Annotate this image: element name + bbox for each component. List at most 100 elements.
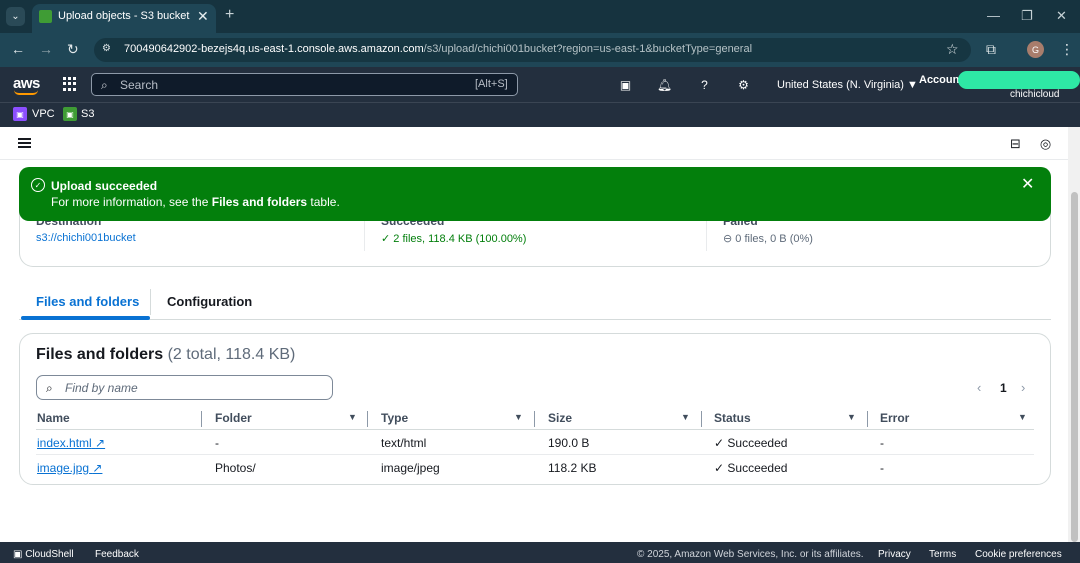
panel-title-text: Files and folders <box>36 346 164 363</box>
services-menu-icon[interactable] <box>63 77 77 91</box>
column-header-folder[interactable]: Folder <box>215 411 252 425</box>
copyright-text: © 2025, Amazon Web Services, Inc. or its… <box>637 549 864 560</box>
table-row-divider <box>36 454 1034 455</box>
scrollbar-thumb[interactable] <box>1071 192 1078 542</box>
site-info-icon[interactable]: ⚙ <box>102 43 116 57</box>
flash-title: Upload succeeded <box>51 179 158 193</box>
search-shortcut: [Alt+S] <box>475 78 508 90</box>
favorites-bar <box>0 102 1080 127</box>
cloudshell-icon: ▣ <box>13 549 26 560</box>
notifications-bell-icon[interactable]: 🔔︎ <box>657 77 672 92</box>
account-name: chichicloud <box>1010 89 1060 100</box>
reload-icon[interactable]: ↻ <box>67 42 79 57</box>
cloudshell-link[interactable]: ▣ CloudShell <box>13 549 74 560</box>
sort-caret-icon[interactable]: ▼ <box>847 412 856 422</box>
panel-count: (2 total, 118.4 KB) <box>167 346 296 363</box>
flash-message: For more information, see the Files and … <box>51 195 340 209</box>
success-check-icon: ✓ <box>31 178 45 192</box>
s3-service-icon: ▣ <box>63 107 77 121</box>
settings-gear-icon[interactable]: ⚙ <box>736 77 751 92</box>
succeeded-text: 2 files, 118.4 KB (100.00%) <box>393 233 527 245</box>
active-tab-indicator <box>21 316 150 320</box>
next-page-icon[interactable]: › <box>1021 380 1025 395</box>
tab-close-icon[interactable]: ✕ <box>197 9 209 23</box>
privacy-link[interactable]: Privacy <box>878 549 911 560</box>
flash-close-icon[interactable]: ✕ <box>1021 177 1034 193</box>
sort-caret-icon[interactable]: ▼ <box>1018 412 1027 422</box>
find-placeholder: Find by name <box>65 381 138 395</box>
table-row-size: 118.2 KB <box>548 461 597 475</box>
column-header-name[interactable]: Name <box>37 411 70 425</box>
help-icon[interactable]: ? <box>697 77 712 92</box>
succeeded-value: ✓ 2 files, 118.4 KB (100.00%) <box>381 232 526 245</box>
table-row-error: - <box>880 461 884 475</box>
sort-caret-icon[interactable]: ▼ <box>514 412 523 422</box>
column-resizer[interactable] <box>701 411 702 427</box>
feedback-link[interactable]: Feedback <box>95 549 139 560</box>
column-header-size[interactable]: Size <box>548 411 572 425</box>
failed-value: ⊖ 0 files, 0 B (0%) <box>723 232 813 245</box>
restore-icon[interactable]: ❐ <box>1021 9 1033 23</box>
failed-text: 0 files, 0 B (0%) <box>735 233 813 245</box>
side-nav-menu-icon[interactable] <box>18 138 31 148</box>
flash-message-post: table. <box>307 195 340 209</box>
summary-divider <box>364 219 365 251</box>
region-selector[interactable]: United States (N. Virginia) ▼ <box>777 79 918 91</box>
file-name: index.html <box>37 436 92 450</box>
success-check-icon: ✓ <box>714 461 728 475</box>
table-row-name-link[interactable]: index.html ↗ <box>37 436 105 450</box>
cookie-preferences-link[interactable]: Cookie preferences <box>975 549 1062 560</box>
previous-page-icon[interactable]: ‹ <box>977 380 981 395</box>
minimize-icon[interactable]: — <box>987 9 1000 23</box>
account-menu[interactable]: Account <box>919 74 963 86</box>
table-row-status: ✓ Succeeded <box>714 436 787 450</box>
column-header-error[interactable]: Error <box>880 411 909 425</box>
column-resizer[interactable] <box>867 411 868 427</box>
file-name: image.jpg <box>37 461 90 475</box>
failed-status-icon: ⊖ <box>723 233 736 245</box>
s3-favicon-icon <box>39 10 52 23</box>
table-row-folder: Photos/ <box>215 461 256 475</box>
console-footer <box>0 542 1080 563</box>
sort-caret-icon[interactable]: ▼ <box>348 412 357 422</box>
browser-menu-icon[interactable]: ⋮ <box>1060 41 1074 58</box>
profile-avatar[interactable]: G <box>1027 41 1044 58</box>
search-placeholder: Search <box>120 78 159 92</box>
summary-divider <box>706 219 707 251</box>
panel-title: Files and folders (2 total, 118.4 KB) <box>36 346 295 364</box>
url-host: 700490642902-bezejs4q.us-east-1.console.… <box>124 43 424 55</box>
flash-message-bold: Files and folders <box>211 195 308 209</box>
destination-link[interactable]: s3://chichi001bucket <box>36 232 136 244</box>
back-icon[interactable]: ← <box>11 42 25 57</box>
column-resizer[interactable] <box>367 411 368 427</box>
split-panel-icon[interactable]: ⊟ <box>1008 136 1023 151</box>
column-resizer[interactable] <box>201 411 202 427</box>
cloudshell-label: CloudShell <box>25 549 74 560</box>
new-tab-button[interactable]: + <box>225 7 234 23</box>
extensions-icon[interactable]: ⧉ <box>986 41 996 58</box>
url-text[interactable]: 700490642902-bezejs4q.us-east-1.console.… <box>124 43 752 55</box>
external-link-icon: ↗ <box>95 436 106 450</box>
table-row-folder: - <box>215 436 219 450</box>
column-header-type[interactable]: Type <box>381 411 408 425</box>
column-header-status[interactable]: Status <box>714 411 751 425</box>
tab-files-and-folders[interactable]: Files and folders <box>36 294 139 309</box>
terms-link[interactable]: Terms <box>929 549 956 560</box>
tabs-underline <box>19 319 1051 320</box>
sort-caret-icon[interactable]: ▼ <box>681 412 690 422</box>
column-resizer[interactable] <box>534 411 535 427</box>
favorite-vpc[interactable]: VPC <box>32 108 55 120</box>
info-panel-icon[interactable]: ◎ <box>1038 136 1053 151</box>
table-row-type: image/jpeg <box>381 461 440 475</box>
page-number[interactable]: 1 <box>1000 381 1007 395</box>
success-check-icon: ✓ <box>381 233 394 245</box>
status-text: Succeeded <box>727 436 788 450</box>
tab-search-button[interactable]: ⌄ <box>6 7 25 26</box>
window-close-icon[interactable]: ✕ <box>1056 9 1067 23</box>
favorite-s3[interactable]: S3 <box>81 108 94 120</box>
tab-configuration[interactable]: Configuration <box>167 294 252 309</box>
forward-icon[interactable]: → <box>39 42 53 57</box>
cloudshell-icon[interactable]: ▣ <box>618 77 633 92</box>
bookmark-star-icon[interactable]: ☆ <box>946 41 959 58</box>
table-row-name-link[interactable]: image.jpg ↗ <box>37 461 102 475</box>
